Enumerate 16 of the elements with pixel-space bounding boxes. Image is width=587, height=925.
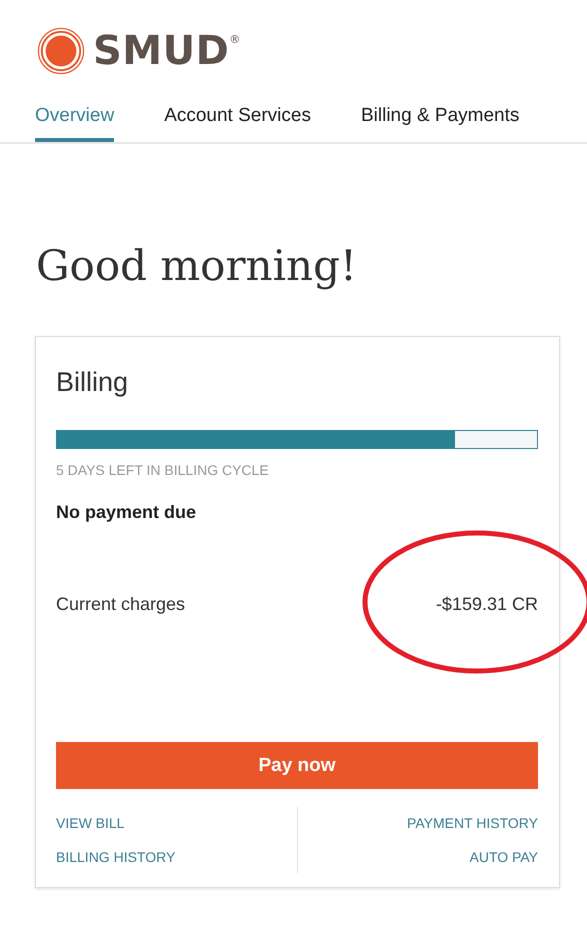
- card-title: Billing: [56, 366, 130, 399]
- billing-link[interactable]: BILLING HISTORY: [56, 847, 296, 867]
- cycle-text: 5 DAYS LEFT IN BILLING CYCLE: [56, 461, 270, 479]
- charges-amount: -$159.31 CR: [436, 594, 538, 614]
- logo-icon: [37, 27, 85, 75]
- nav-tab[interactable]: Account Services: [164, 104, 311, 142]
- logo-wordmark: SMUD$^{®}$: [93, 27, 241, 75]
- nav-tab[interactable]: Overview: [35, 104, 114, 142]
- payment-status: No payment due: [56, 501, 198, 523]
- billing-link[interactable]: VIEW BILL: [56, 813, 296, 833]
- pay-now-button[interactable]: Pay now: [56, 742, 538, 789]
- billing-link[interactable]: AUTO PAY: [470, 847, 538, 867]
- nav-tab[interactable]: Billing & Payments: [360, 104, 520, 142]
- greeting-heading: Good morning!: [36, 240, 358, 292]
- billing-link[interactable]: PAYMENT HISTORY: [407, 813, 538, 833]
- charges-label: Current charges: [56, 593, 186, 615]
